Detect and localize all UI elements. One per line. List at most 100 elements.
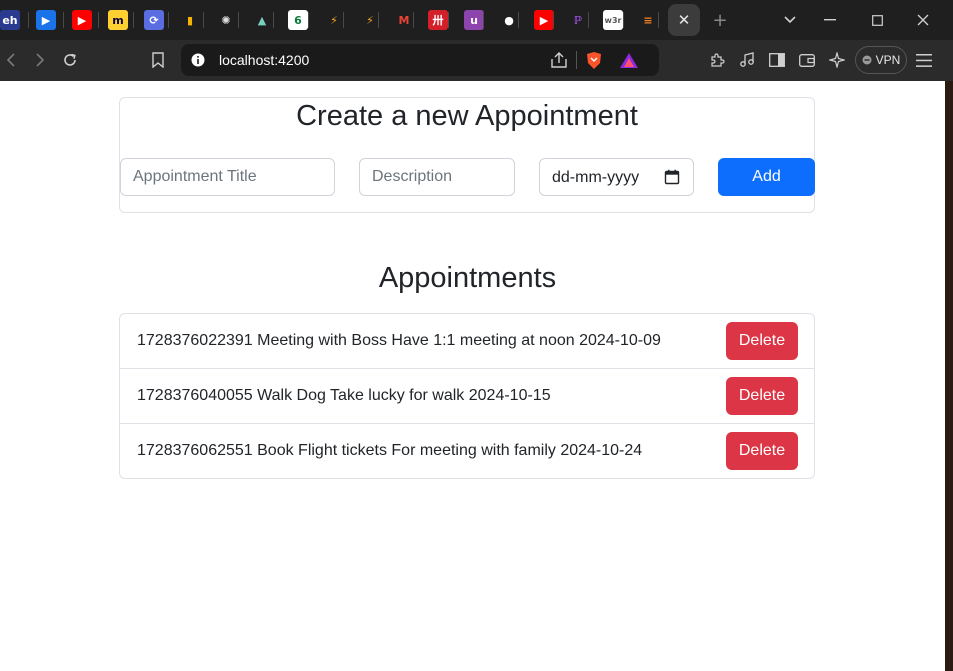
date-placeholder: dd-mm-yyyy [552, 169, 640, 186]
appointments-list: 1728376022391 Meeting with Boss Have 1:1… [119, 313, 815, 479]
openai-tab-icon[interactable]: ✺ [216, 10, 236, 30]
add-button[interactable]: Add [718, 158, 815, 196]
browser-toolbar: localhost:4200 VPN [0, 40, 953, 81]
appointments-heading: Appointments [378, 262, 557, 294]
bolt-tab-icon-2[interactable]: ⚡ [360, 10, 380, 30]
appointment-text: 1728376062551 Book Flight tickets For me… [137, 442, 643, 459]
site-info-icon[interactable] [191, 53, 205, 67]
tab-separator [448, 12, 449, 28]
reload-icon [64, 53, 76, 66]
maximize-icon [871, 14, 883, 26]
tab-separator [378, 12, 379, 28]
puzzle-icon [711, 53, 725, 67]
tab-separator [343, 12, 344, 28]
github-tab-icon[interactable]: ● [499, 10, 519, 30]
new-tab-button[interactable]: + [710, 10, 730, 31]
tab-separator [168, 12, 169, 28]
bolt-tab-icon[interactable]: ⚡ [324, 10, 344, 30]
forward-arrow-icon [36, 53, 44, 67]
vpn-button[interactable]: VPN [855, 46, 907, 74]
active-tab[interactable]: ✕ [668, 4, 700, 36]
desktop-background-strip [945, 81, 953, 671]
brave-rewards-icon[interactable] [619, 52, 639, 69]
appointment-text: 1728376022391 Meeting with Boss Have 1:1… [137, 332, 661, 349]
close-tab-icon[interactable]: ✕ [678, 11, 691, 29]
minimize-button[interactable] [820, 10, 840, 30]
date-input[interactable]: dd-mm-yyyy [539, 158, 694, 196]
vpn-status-icon [862, 55, 872, 65]
create-appointment-heading: Create a new Appointment [296, 100, 638, 132]
brave-shields-icon[interactable] [585, 51, 603, 70]
tab-separator [203, 12, 204, 28]
mountain-tab-icon[interactable]: ▲ [252, 10, 272, 30]
create-appointment-card: Create a new Appointment dd-mm-yyyy Add [119, 97, 815, 213]
forward-button[interactable] [31, 51, 49, 69]
sparkle-icon [829, 52, 845, 68]
tab-separator [63, 12, 64, 28]
media-button[interactable] [737, 50, 757, 70]
tab-separator [308, 12, 309, 28]
bookmark-icon [152, 52, 164, 68]
tab-separator [413, 12, 414, 28]
list-item: 1728376062551 Book Flight tickets For me… [120, 424, 814, 478]
eh-tab-icon[interactable]: eh [0, 10, 20, 30]
close-icon [917, 14, 929, 26]
leo-ai-button[interactable] [827, 50, 847, 70]
pen-tab-icon[interactable]: ℙ [568, 10, 588, 30]
u-tab-icon[interactable]: u [464, 10, 484, 30]
appointment-title-input[interactable] [120, 158, 335, 196]
bar-chart-tab-icon[interactable]: ▮ [180, 10, 200, 30]
extensions-button[interactable] [707, 50, 727, 70]
w3r-tab-icon[interactable]: w3r [603, 10, 623, 30]
maximize-button[interactable] [867, 10, 887, 30]
youtube-tab-icon-2[interactable]: ▶ [534, 10, 554, 30]
wallet-icon [799, 54, 815, 67]
gmail-tab-icon[interactable]: M [394, 10, 414, 30]
address-divider [576, 51, 577, 69]
leaf-tab-icon[interactable]: 6 [288, 10, 308, 30]
tab-separator [98, 12, 99, 28]
tab-separator [658, 12, 659, 28]
reload-button[interactable] [60, 50, 80, 70]
url-text[interactable]: localhost:4200 [219, 52, 309, 68]
stack-tab-icon[interactable]: ≡ [638, 10, 658, 30]
tab-separator [133, 12, 134, 28]
sidebar-icon [769, 53, 785, 67]
tab-separator [518, 12, 519, 28]
chevron-down-icon [784, 16, 796, 24]
appointment-text: 1728376040055 Walk Dog Take lucky for wa… [137, 387, 551, 404]
close-window-button[interactable] [913, 10, 933, 30]
play-tab-icon[interactable]: ▶ [36, 10, 56, 30]
sidebar-toggle-button[interactable] [767, 50, 787, 70]
tab-separator [483, 12, 484, 28]
browser-tab-strip: eh ▶ ▶ m ⟳ ▮ ✺ ▲ 6 ⚡ ⚡ M 卅 u ● ▶ ℙw3r ≡ ✕ + [0, 0, 953, 40]
wallet-button[interactable] [797, 50, 817, 70]
youtube-tab-icon[interactable]: ▶ [72, 10, 92, 30]
tab-separator [273, 12, 274, 28]
tab-separator [238, 12, 239, 28]
list-item: 1728376040055 Walk Dog Take lucky for wa… [120, 369, 814, 424]
back-button[interactable] [2, 51, 20, 69]
calendar-icon[interactable] [664, 169, 680, 185]
back-arrow-icon [7, 53, 15, 67]
tab-search-button[interactable] [780, 10, 800, 30]
music-note-icon [740, 52, 754, 67]
bookmark-button[interactable] [148, 50, 168, 70]
vpn-label: VPN [875, 53, 901, 67]
tab-separator [28, 12, 29, 28]
description-input[interactable] [359, 158, 515, 196]
sync-tab-icon[interactable]: ⟳ [144, 10, 164, 30]
delete-button[interactable]: Delete [726, 322, 798, 360]
address-bar[interactable]: localhost:4200 [181, 44, 659, 76]
list-item: 1728376022391 Meeting with Boss Have 1:1… [120, 314, 814, 369]
delete-button[interactable]: Delete [726, 432, 798, 470]
share-icon[interactable] [550, 52, 568, 68]
minimize-icon [824, 19, 836, 21]
miro-tab-icon[interactable]: m [108, 10, 128, 30]
tab-separator [588, 12, 589, 28]
tab-separator [553, 12, 554, 28]
delete-button[interactable]: Delete [726, 377, 798, 415]
tab-separator [623, 12, 624, 28]
red-app-tab-icon[interactable]: 卅 [428, 10, 448, 30]
menu-button[interactable] [914, 50, 934, 70]
